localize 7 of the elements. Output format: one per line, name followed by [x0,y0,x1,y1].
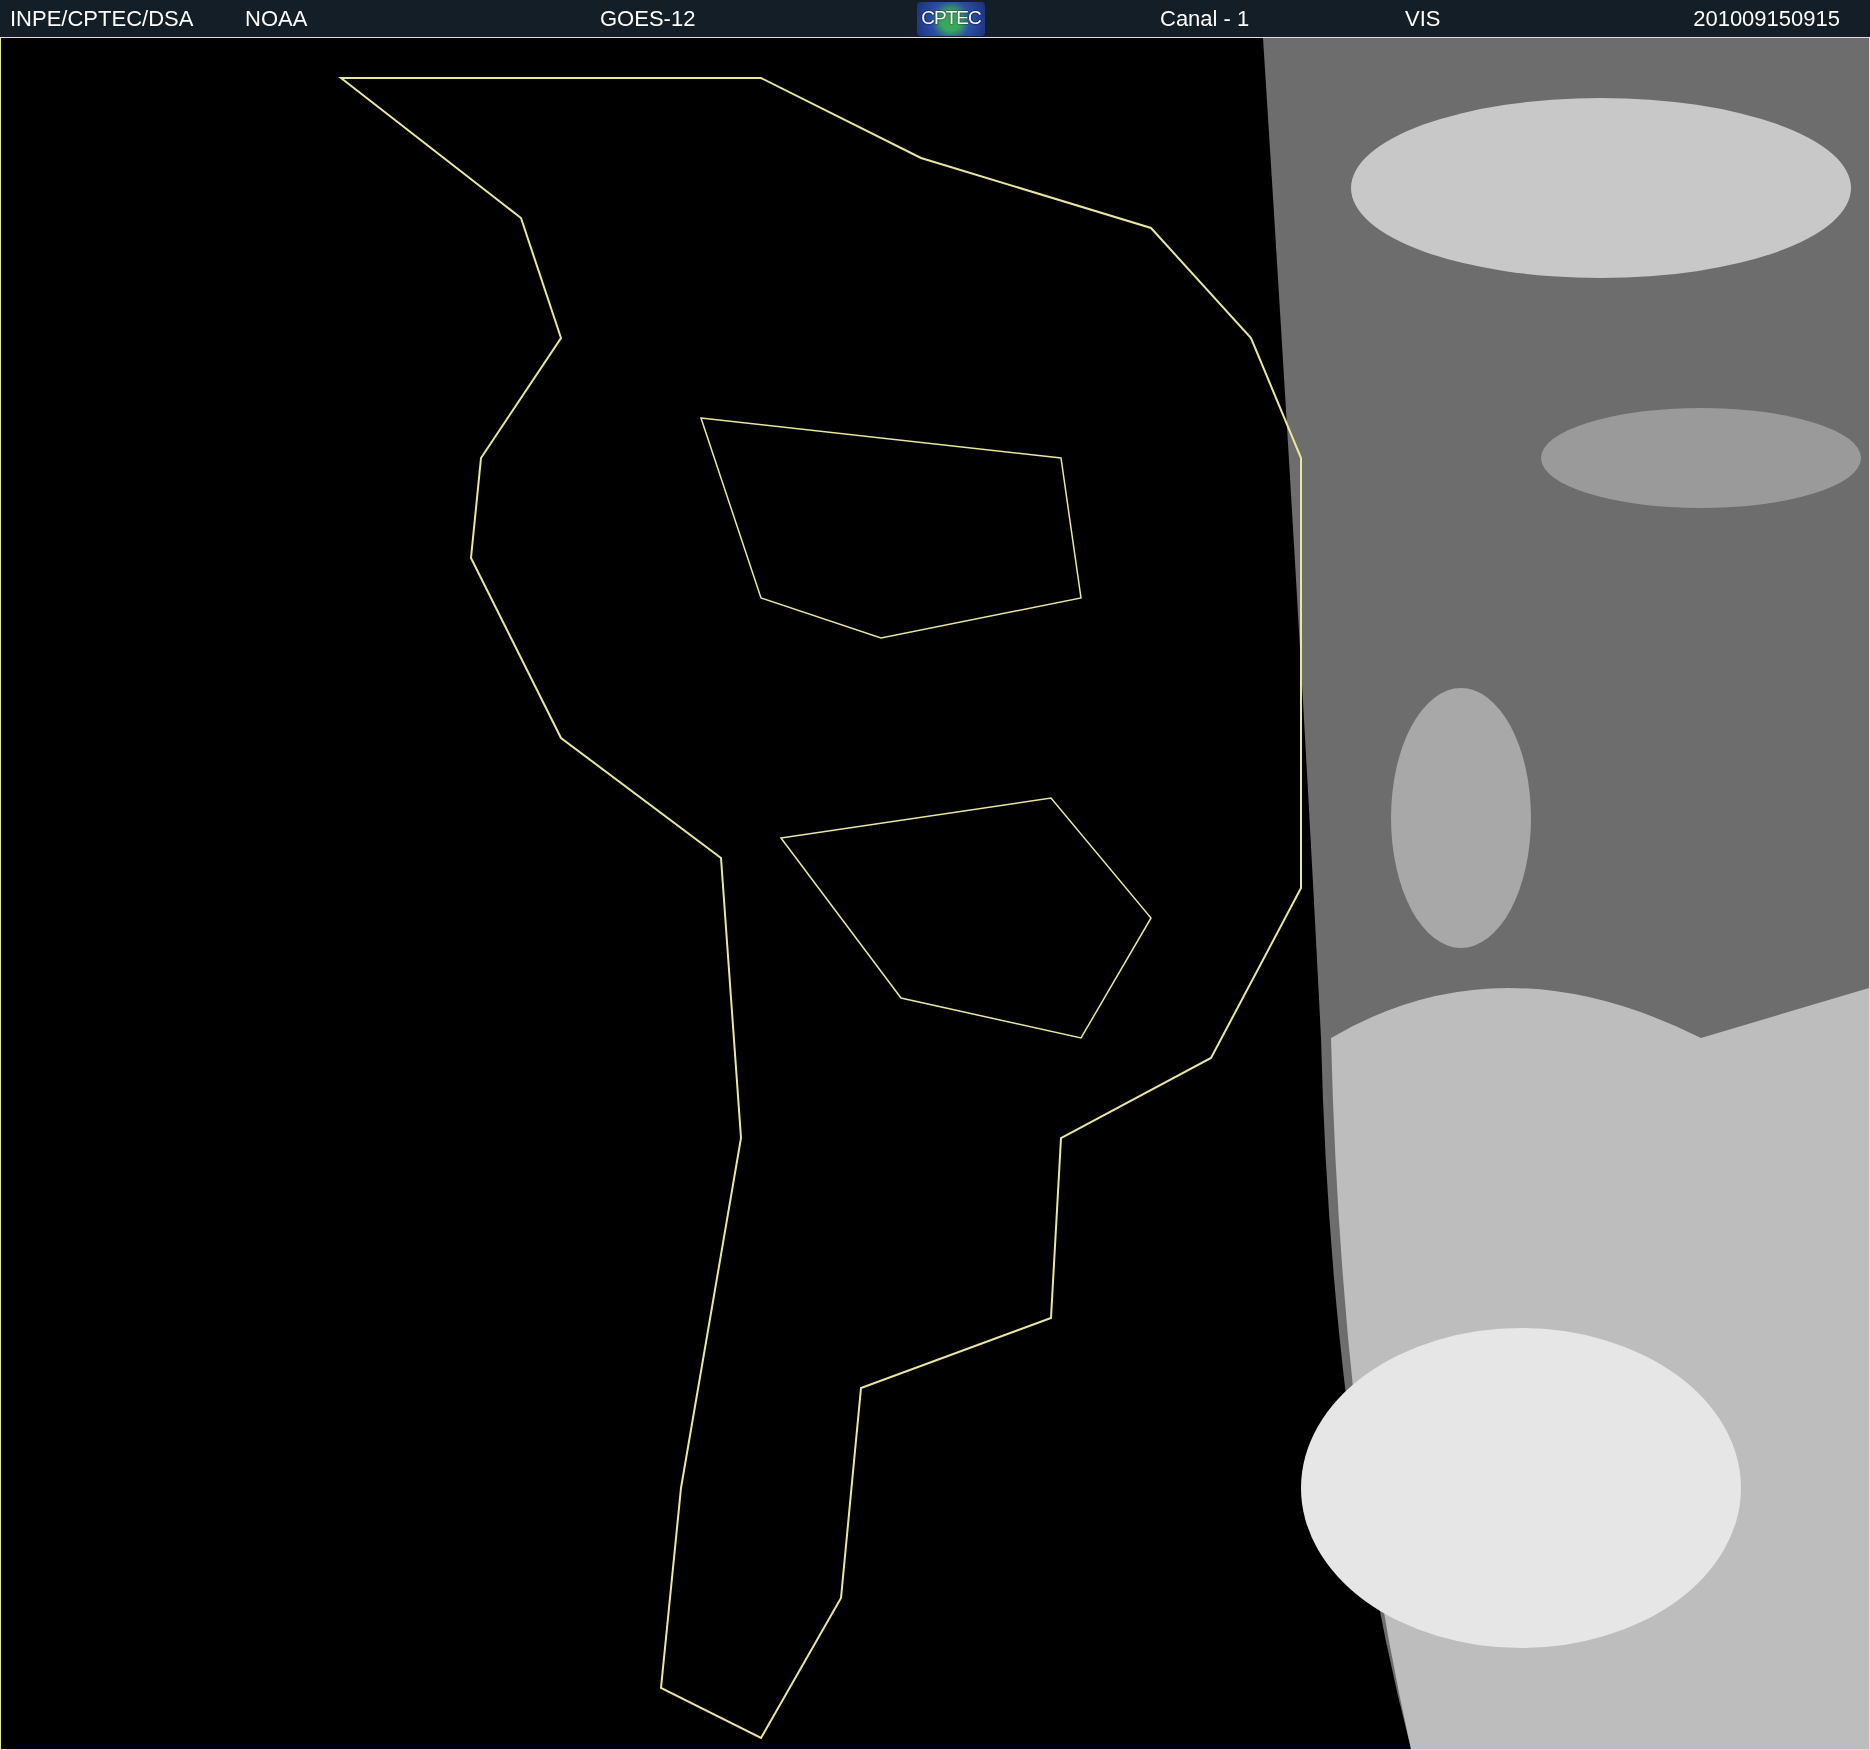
header-label: INPE/CPTEC/DSA [10,5,195,33]
header-label: NOAA [245,5,309,33]
header-label: GOES-12 [600,5,697,33]
header-label: Canal - 1 [1160,5,1251,33]
header-label: VIS [1405,5,1441,33]
header-label: 201009150915 [1693,5,1840,33]
logo: CPTEC [917,1,985,36]
